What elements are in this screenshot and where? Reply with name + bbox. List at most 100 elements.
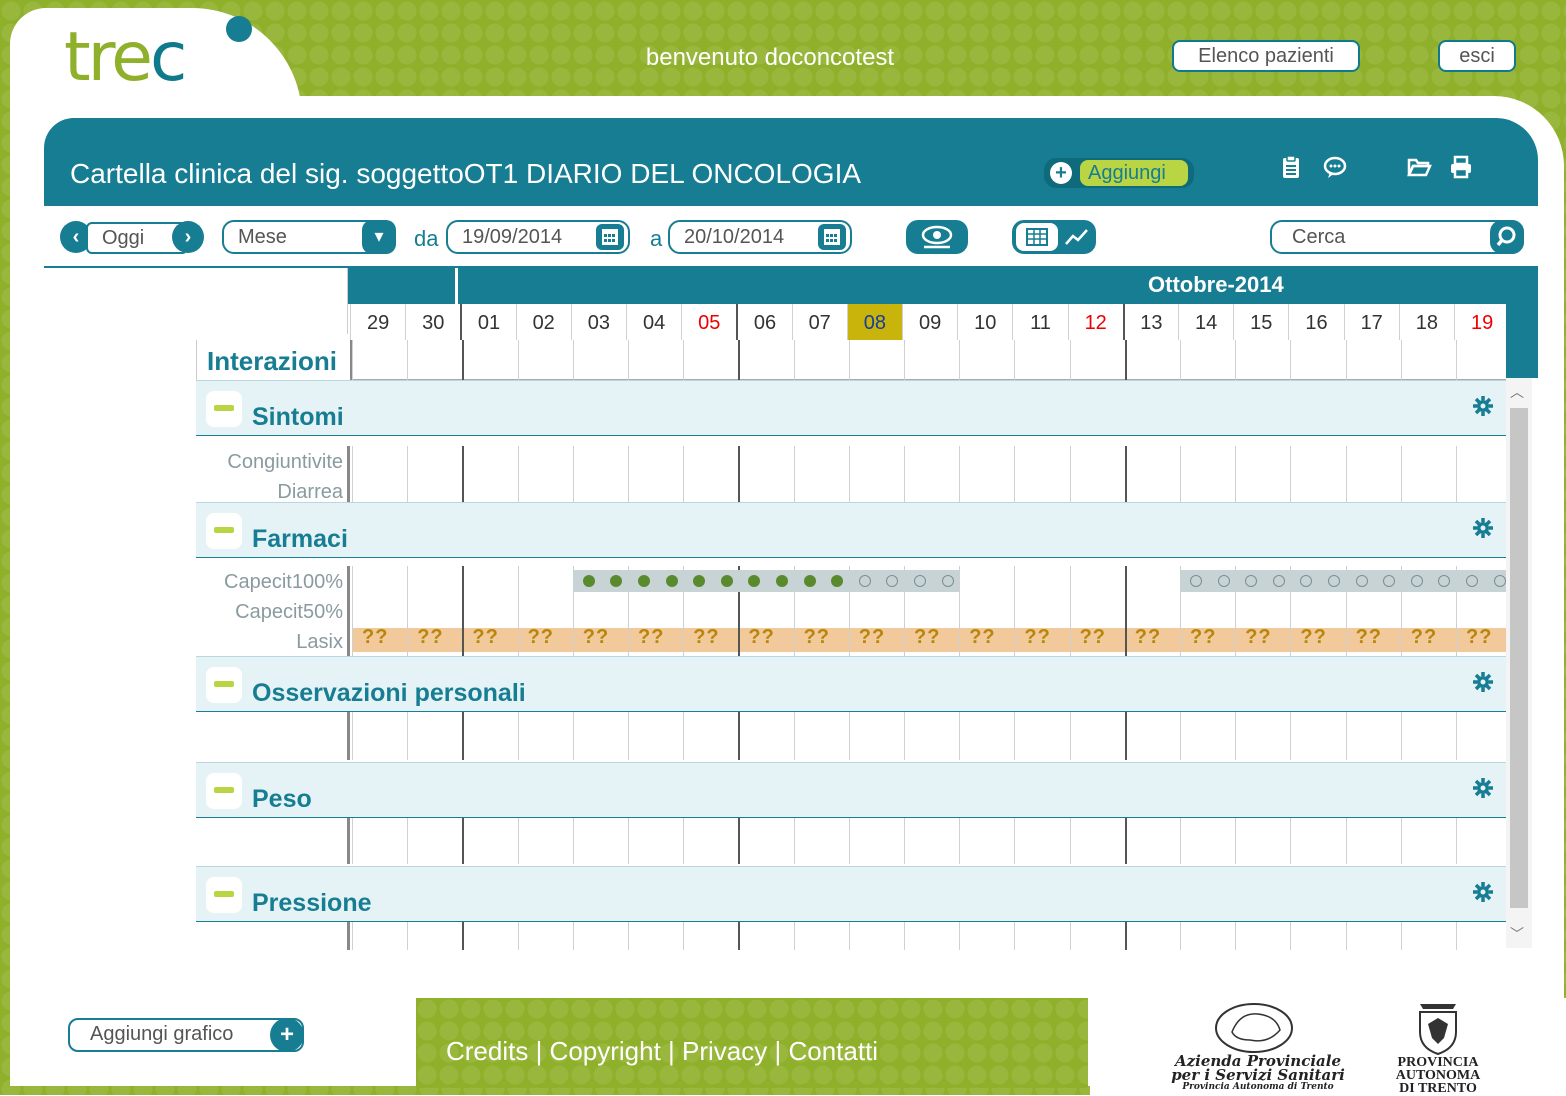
dose-planned-dot[interactable] — [941, 575, 954, 587]
day-01[interactable]: 01 — [460, 304, 515, 340]
logout-button[interactable]: esci — [1438, 40, 1516, 72]
folder-open-icon[interactable] — [1406, 154, 1432, 180]
row-cells[interactable]: ????????????????????????????????????????… — [352, 626, 1506, 656]
day-04[interactable]: 04 — [626, 304, 681, 340]
lasix-unknown-mark[interactable]: ?? — [1411, 626, 1437, 649]
dose-planned-dot[interactable] — [858, 575, 871, 587]
collapse-icon[interactable] — [206, 391, 242, 427]
therapy-band[interactable] — [1180, 570, 1512, 592]
print-icon[interactable] — [1448, 154, 1474, 180]
dose-taken-dot[interactable] — [803, 575, 816, 587]
lasix-unknown-mark[interactable]: ?? — [1300, 626, 1326, 649]
next-arrow-icon[interactable]: › — [172, 221, 204, 253]
vertical-scrollbar[interactable]: ︿ ﹀ — [1506, 378, 1532, 948]
dose-planned-dot[interactable] — [1190, 575, 1202, 587]
chart-view-icon[interactable] — [1062, 224, 1092, 250]
day-16[interactable]: 16 — [1288, 304, 1343, 340]
to-date-field[interactable]: 20/10/2014 — [668, 220, 852, 254]
row-cells[interactable] — [352, 712, 1506, 760]
dose-taken-dot[interactable] — [665, 575, 678, 587]
clipboard-icon[interactable] — [1278, 154, 1304, 180]
row-cells[interactable] — [352, 446, 1506, 476]
calendar-icon[interactable] — [596, 224, 624, 250]
day-13[interactable]: 13 — [1122, 304, 1178, 340]
gear-icon[interactable] — [1472, 881, 1494, 903]
search-input[interactable]: Cerca — [1270, 220, 1524, 254]
period-select[interactable]: Mese ▾ — [222, 220, 396, 254]
lasix-unknown-mark[interactable]: ?? — [362, 626, 388, 649]
dose-taken-dot[interactable] — [776, 575, 788, 587]
calendar-icon[interactable] — [818, 224, 846, 250]
collapse-icon[interactable] — [206, 773, 242, 809]
lasix-unknown-mark[interactable]: ?? — [748, 626, 774, 649]
lasix-unknown-mark[interactable]: ?? — [1135, 626, 1161, 649]
add-button[interactable]: + Aggiungi — [1044, 158, 1194, 188]
scroll-down-icon[interactable]: ﹀ — [1510, 924, 1524, 944]
day-06[interactable]: 06 — [736, 304, 791, 340]
lasix-unknown-mark[interactable]: ?? — [969, 626, 995, 649]
day-02[interactable]: 02 — [515, 304, 571, 340]
view-toggle[interactable] — [1012, 220, 1096, 254]
collapse-icon[interactable] — [206, 877, 242, 913]
day-09[interactable]: 09 — [902, 304, 957, 340]
day-19[interactable]: 19 — [1454, 304, 1509, 340]
day-07[interactable]: 07 — [791, 304, 847, 340]
therapy-band[interactable] — [572, 570, 960, 592]
lasix-unknown-mark[interactable]: ?? — [693, 626, 719, 649]
lasix-unknown-mark[interactable]: ?? — [914, 626, 940, 649]
day-05[interactable]: 05 — [681, 304, 736, 340]
row-cells[interactable] — [352, 818, 1506, 864]
dose-taken-dot[interactable] — [720, 575, 733, 587]
day-15[interactable]: 15 — [1233, 304, 1288, 340]
dose-taken-dot[interactable] — [638, 575, 650, 587]
row-cells[interactable] — [352, 922, 1506, 950]
dose-taken-dot[interactable] — [582, 575, 595, 587]
collapse-icon[interactable] — [206, 513, 242, 549]
lasix-unknown-mark[interactable]: ?? — [583, 626, 609, 649]
scroll-up-icon[interactable]: ︿ — [1510, 382, 1524, 402]
gear-icon[interactable] — [1472, 517, 1494, 539]
dose-planned-dot[interactable] — [914, 575, 926, 587]
dose-planned-dot[interactable] — [1217, 575, 1230, 587]
lasix-unknown-mark[interactable]: ?? — [638, 626, 664, 649]
day-29[interactable]: 29 — [350, 304, 405, 340]
view-eye-icon[interactable] — [906, 220, 968, 254]
day-10[interactable]: 10 — [957, 304, 1012, 340]
lasix-unknown-mark[interactable]: ?? — [528, 626, 554, 649]
gear-icon[interactable] — [1472, 395, 1494, 417]
patients-list-button[interactable]: Elenco pazienti — [1172, 40, 1360, 72]
dose-planned-dot[interactable] — [1410, 575, 1423, 587]
lasix-unknown-mark[interactable]: ?? — [1080, 626, 1106, 649]
day-14[interactable]: 14 — [1178, 304, 1233, 340]
row-cells[interactable] — [352, 566, 1512, 596]
dose-planned-dot[interactable] — [1493, 575, 1506, 587]
day-08[interactable]: 08 — [846, 304, 902, 340]
day-11[interactable]: 11 — [1012, 304, 1067, 340]
day-30[interactable]: 30 — [405, 304, 460, 340]
dose-planned-dot[interactable] — [1466, 575, 1478, 587]
lasix-unknown-mark[interactable]: ?? — [417, 626, 443, 649]
lasix-unknown-mark[interactable]: ?? — [1024, 626, 1050, 649]
dose-planned-dot[interactable] — [1272, 575, 1285, 587]
lasix-unknown-mark[interactable]: ?? — [1245, 626, 1271, 649]
row-cells[interactable] — [352, 596, 1506, 626]
lasix-unknown-mark[interactable]: ?? — [1356, 626, 1382, 649]
day-17[interactable]: 17 — [1343, 304, 1399, 340]
search-icon[interactable] — [1490, 220, 1524, 254]
gear-icon[interactable] — [1472, 671, 1494, 693]
dose-planned-dot[interactable] — [1328, 575, 1340, 587]
day-18[interactable]: 18 — [1398, 304, 1454, 340]
table-view-icon[interactable] — [1016, 223, 1058, 251]
day-03[interactable]: 03 — [570, 304, 626, 340]
lasix-unknown-mark[interactable]: ?? — [472, 626, 498, 649]
lasix-unknown-mark[interactable]: ?? — [1466, 626, 1492, 649]
add-graph-button[interactable]: Aggiungi grafico + — [68, 1018, 304, 1052]
collapse-icon[interactable] — [206, 667, 242, 703]
footer-links[interactable]: Credits | Copyright | Privacy | Contatti — [446, 1036, 878, 1067]
day-12[interactable]: 12 — [1067, 304, 1123, 340]
lasix-unknown-mark[interactable]: ?? — [804, 626, 830, 649]
lasix-unknown-mark[interactable]: ?? — [859, 626, 885, 649]
chevron-down-icon[interactable]: ▾ — [362, 220, 396, 254]
gear-icon[interactable] — [1472, 777, 1494, 799]
scroll-thumb[interactable] — [1510, 408, 1528, 908]
